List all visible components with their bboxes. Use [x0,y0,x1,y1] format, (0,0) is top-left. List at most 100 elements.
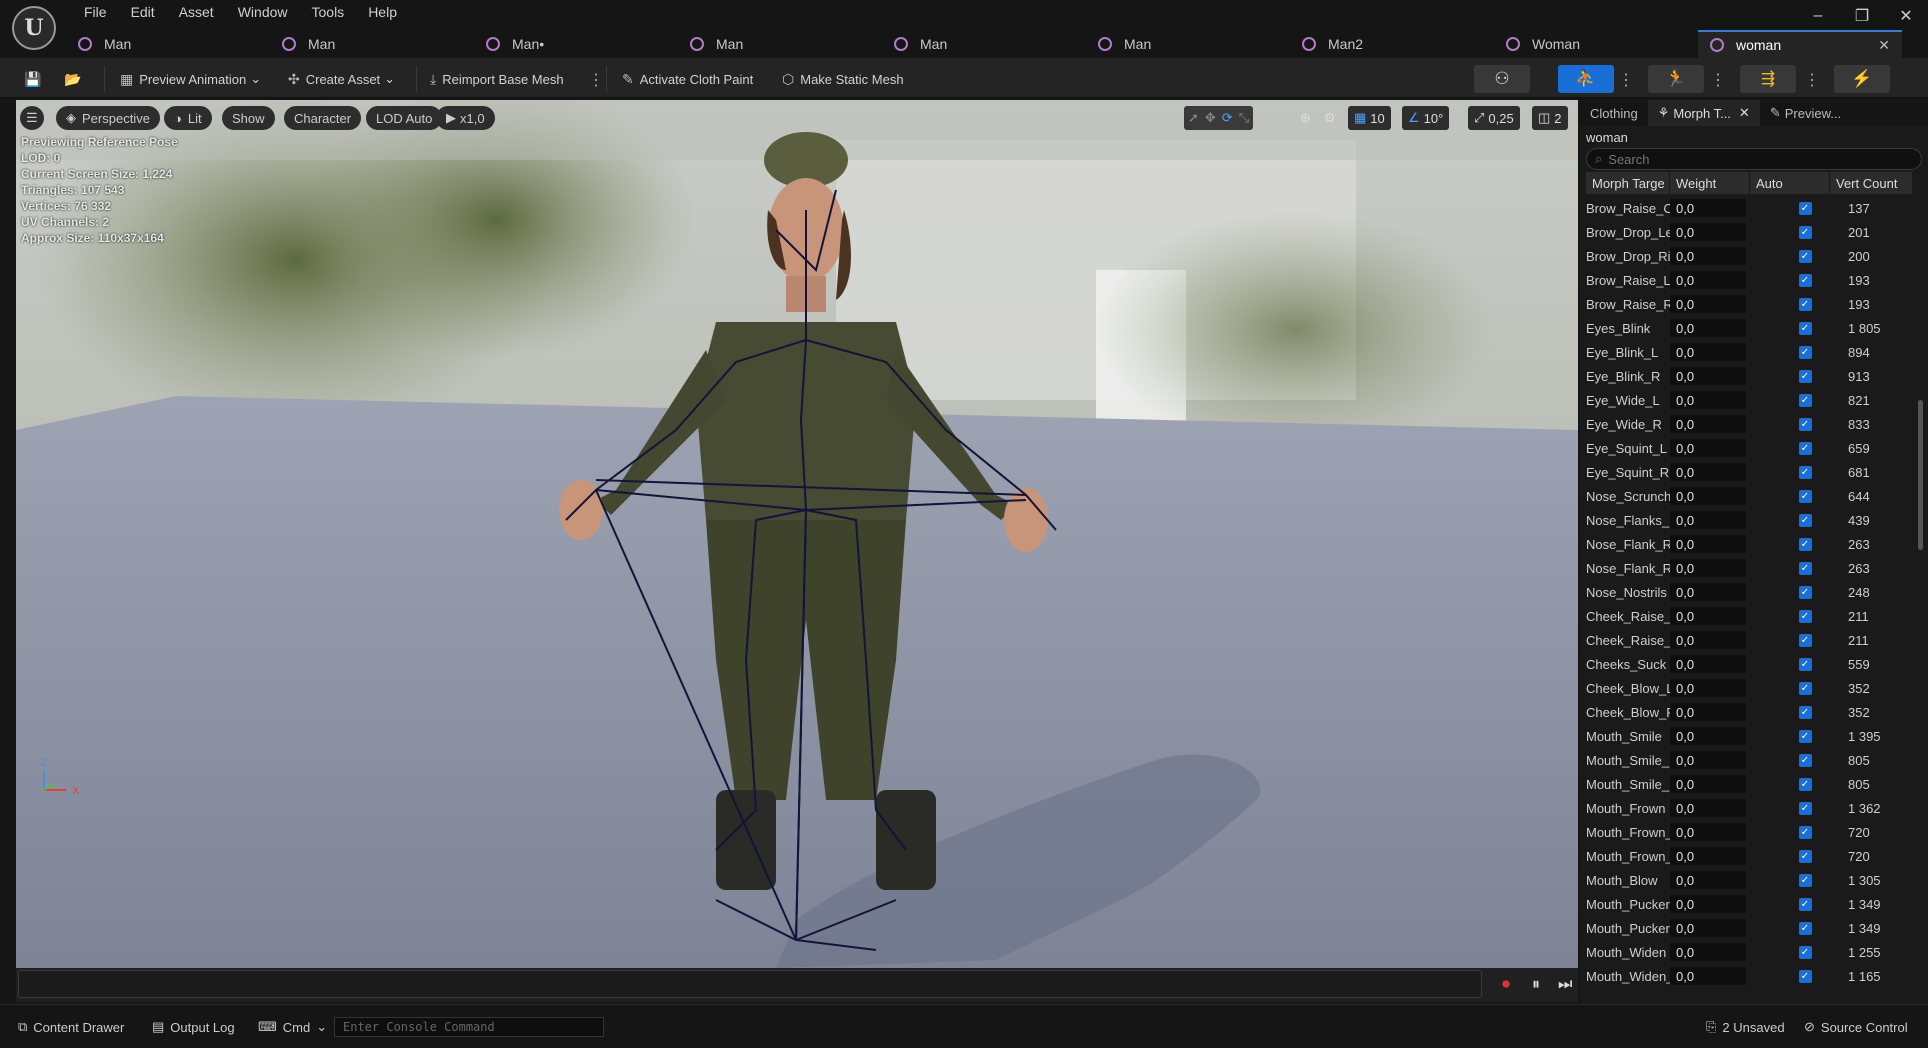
auto-checkbox[interactable]: ✓ [1798,969,1812,983]
translate-icon[interactable]: ✥ [1205,110,1216,126]
weight-field[interactable]: 0,0 [1670,223,1746,241]
weight-field[interactable]: 0,0 [1670,751,1746,769]
weight-field[interactable]: 0,0 [1670,655,1746,673]
weight-field[interactable]: 0,0 [1670,487,1746,505]
weight-field[interactable]: 0,0 [1670,439,1746,457]
tab-6[interactable]: Man2 [1290,30,1494,58]
weight-field[interactable]: 0,0 [1670,943,1746,961]
maximize-button[interactable]: ❐ [1840,0,1884,32]
table-row[interactable]: Mouth_Frown 0,0 ✓ 1 362 [1586,796,1912,820]
auto-checkbox[interactable]: ✓ [1798,873,1812,887]
col-auto[interactable]: Auto [1750,172,1830,194]
auto-checkbox[interactable]: ✓ [1798,945,1812,959]
weight-field[interactable]: 0,0 [1670,415,1746,433]
more-options-icon[interactable]: ⋮ [588,70,604,90]
weight-field[interactable]: 0,0 [1670,511,1746,529]
step-forward-icon[interactable]: ⏭ [1558,976,1572,994]
camera-speed-button[interactable]: ◫ 2 [1532,106,1568,130]
auto-checkbox[interactable]: ✓ [1798,273,1812,287]
play-rate-button[interactable]: ▶ x1,0 [436,106,495,130]
table-row[interactable]: Eye_Squint_R 0,0 ✓ 681 [1586,460,1912,484]
auto-checkbox[interactable]: ✓ [1798,897,1812,911]
table-row[interactable]: Cheek_Blow_L 0,0 ✓ 352 [1586,676,1912,700]
auto-checkbox[interactable]: ✓ [1798,369,1812,383]
auto-checkbox[interactable]: ✓ [1798,849,1812,863]
table-row[interactable]: Nose_Scrunch 0,0 ✓ 644 [1586,484,1912,508]
weight-field[interactable]: 0,0 [1670,895,1746,913]
col-vert-count[interactable]: Vert Count [1830,172,1912,194]
auto-checkbox[interactable]: ✓ [1798,489,1812,503]
content-drawer-button[interactable]: ⧉ Content Drawer [18,1015,124,1039]
weight-field[interactable]: 0,0 [1670,799,1746,817]
auto-checkbox[interactable]: ✓ [1798,297,1812,311]
table-row[interactable]: Eye_Wide_L 0,0 ✓ 821 [1586,388,1912,412]
preview-animation-button[interactable]: ▦ Preview Animation ⌄ [120,66,261,92]
blueprint-mode-icon[interactable]: ⇶ [1740,65,1796,93]
table-row[interactable]: Mouth_Blow 0,0 ✓ 1 305 [1586,868,1912,892]
table-row[interactable]: Eye_Blink_L 0,0 ✓ 894 [1586,340,1912,364]
weight-field[interactable]: 0,0 [1670,919,1746,937]
browse-asset-icon[interactable]: 📂 [64,66,87,92]
table-row[interactable]: Mouth_Smile_ 0,0 ✓ 805 [1586,772,1912,796]
table-row[interactable]: Brow_Drop_Le 0,0 ✓ 201 [1586,220,1912,244]
skeleton-mode-icon[interactable]: ⚇ [1474,65,1530,93]
table-row[interactable]: Nose_Flank_R 0,0 ✓ 263 [1586,532,1912,556]
grid-snap-button[interactable]: ▦ 10 [1348,106,1391,130]
auto-checkbox[interactable]: ✓ [1798,777,1812,791]
table-row[interactable]: Brow_Raise_C 0,0 ✓ 137 [1586,196,1912,220]
auto-checkbox[interactable]: ✓ [1798,657,1812,671]
table-row[interactable]: Mouth_Pucker 0,0 ✓ 1 349 [1586,892,1912,916]
output-log-button[interactable]: ▤ Output Log [152,1015,235,1039]
scale-icon[interactable]: ⤡ [1239,110,1249,126]
close-tab-icon[interactable]: ✕ [1739,105,1750,121]
table-row[interactable]: Mouth_Widen 0,0 ✓ 1 255 [1586,940,1912,964]
menu-edit[interactable]: Edit [119,0,167,24]
auto-checkbox[interactable]: ✓ [1798,801,1812,815]
col-weight[interactable]: Weight [1670,172,1750,194]
animation-mode-icon[interactable]: 🏃 [1648,65,1704,93]
weight-field[interactable]: 0,0 [1670,559,1746,577]
weight-field[interactable]: 0,0 [1670,247,1746,265]
weight-field[interactable]: 0,0 [1670,967,1746,985]
weight-field[interactable]: 0,0 [1670,703,1746,721]
menu-help[interactable]: Help [356,0,409,24]
auto-checkbox[interactable]: ✓ [1798,585,1812,599]
table-row[interactable]: Mouth_Frown_ 0,0 ✓ 720 [1586,820,1912,844]
table-row[interactable]: Nose_Flanks_ 0,0 ✓ 439 [1586,508,1912,532]
physics-mode-icon[interactable]: ⚡ [1834,65,1890,93]
panel-tab-2[interactable]: ✎ Preview... [1760,100,1851,126]
weight-field[interactable]: 0,0 [1670,391,1746,409]
auto-checkbox[interactable]: ✓ [1798,225,1812,239]
weight-field[interactable]: 0,0 [1670,583,1746,601]
more-options-icon[interactable]: ⋮ [1710,70,1726,90]
auto-checkbox[interactable]: ✓ [1798,441,1812,455]
unsaved-button[interactable]: ⎘ 2 Unsaved [1706,1015,1785,1039]
weight-field[interactable]: 0,0 [1670,319,1746,337]
tab-5[interactable]: Man [1086,30,1290,58]
auto-checkbox[interactable]: ✓ [1798,249,1812,263]
auto-checkbox[interactable]: ✓ [1798,753,1812,767]
table-row[interactable]: Mouth_Frown_ 0,0 ✓ 720 [1586,844,1912,868]
panel-tab-1[interactable]: ⚘ Morph T... ✕ [1647,100,1760,126]
minimize-button[interactable]: – [1796,0,1840,32]
auto-checkbox[interactable]: ✓ [1798,417,1812,431]
rotation-snap-button[interactable]: ∠ 10° [1402,106,1450,130]
reimport-base-mesh-button[interactable]: ⤓ Reimport Base Mesh [430,66,564,92]
create-asset-button[interactable]: ✣ Create Asset ⌄ [288,66,395,92]
close-window-button[interactable]: ✕ [1884,0,1928,32]
surface-snap-icon[interactable]: ⚙ [1324,106,1336,130]
table-row[interactable]: Cheeks_Suck 0,0 ✓ 559 [1586,652,1912,676]
record-icon[interactable]: ⏺ [1502,976,1510,994]
auto-checkbox[interactable]: ✓ [1798,321,1812,335]
table-row[interactable]: Brow_Raise_L 0,0 ✓ 193 [1586,268,1912,292]
auto-checkbox[interactable]: ✓ [1798,561,1812,575]
auto-checkbox[interactable]: ✓ [1798,729,1812,743]
weight-field[interactable]: 0,0 [1670,823,1746,841]
weight-field[interactable]: 0,0 [1670,535,1746,553]
table-row[interactable]: Nose_Nostrils 0,0 ✓ 248 [1586,580,1912,604]
unreal-logo[interactable]: U [12,6,56,50]
close-tab-icon[interactable]: ✕ [1878,37,1890,54]
auto-checkbox[interactable]: ✓ [1798,825,1812,839]
table-row[interactable]: Eye_Squint_L 0,0 ✓ 659 [1586,436,1912,460]
weight-field[interactable]: 0,0 [1670,847,1746,865]
